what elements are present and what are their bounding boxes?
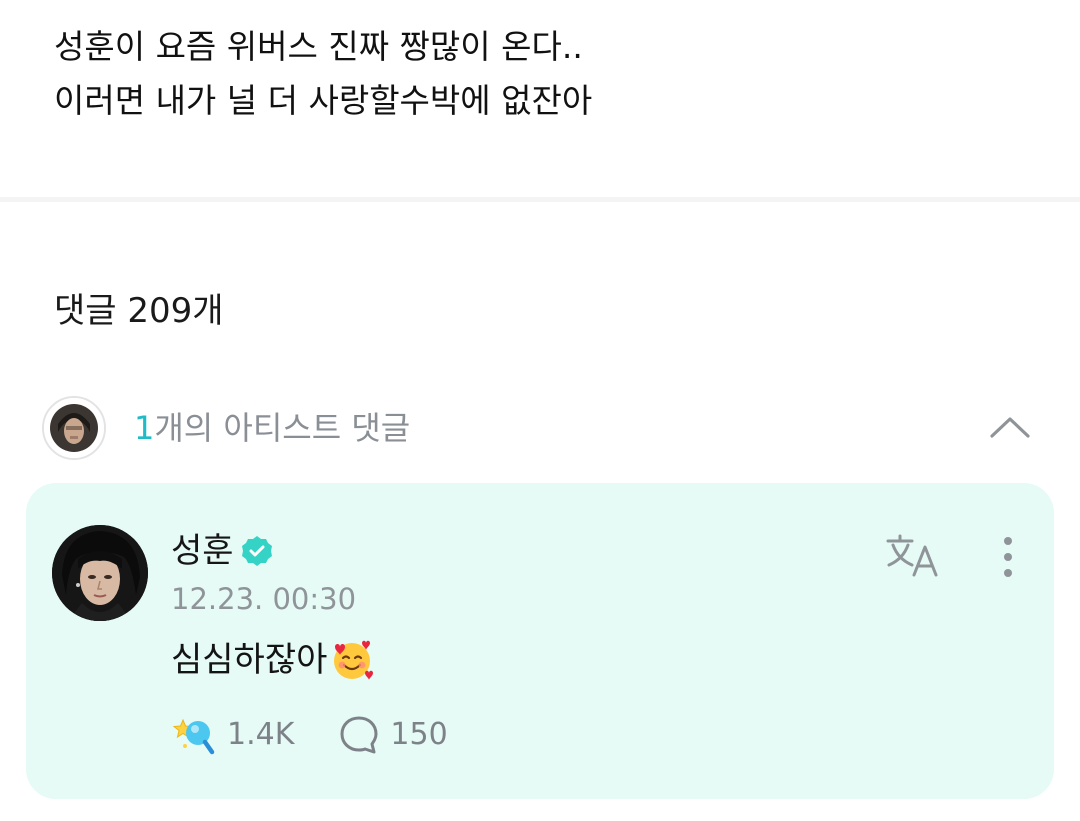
speech-bubble-icon [340, 716, 378, 754]
translate-button[interactable] [884, 531, 944, 581]
star-wand-icon [172, 718, 215, 755]
section-divider [0, 197, 1080, 202]
post-text-line-2: 이러면 내가 널 더 사랑할수박에 없잔아 [54, 81, 593, 120]
artist-comment-count: 1 [134, 409, 155, 447]
author-row: 성훈 [171, 527, 274, 575]
comments-count-header: 댓글 209개 [54, 291, 224, 331]
artist-comment-label: 개의 아티스트 댓글 [154, 409, 411, 447]
like-button[interactable]: 1.4K [171, 711, 294, 759]
more-vertical-icon [1004, 537, 1012, 577]
post-body: 성훈이 요즘 위버스 진짜 짱많이 온다.. 이러면 내가 널 더 사랑할수박에… [54, 20, 1014, 128]
collapse-button[interactable] [986, 404, 1034, 452]
verified-badge-icon [241, 536, 272, 566]
artist-comments-summary-text: 1개의 아티스트 댓글 [134, 405, 410, 451]
author-avatar[interactable] [52, 525, 148, 621]
post-text-line-1: 성훈이 요즘 위버스 진짜 짱많이 온다.. [54, 27, 583, 66]
comment-actions: 1.4K 150 [171, 711, 448, 759]
weverse-post-page: 성훈이 요즘 위버스 진짜 짱많이 온다.. 이러면 내가 널 더 사랑할수박에… [0, 0, 1080, 821]
comment-body: 심심하잖아 [171, 640, 328, 680]
artist-mini-avatar [42, 396, 106, 460]
translate-icon [886, 534, 938, 577]
comment-text: 심심하잖아 [171, 635, 375, 685]
artist-comments-summary[interactable]: 1개의 아티스트 댓글 [42, 396, 1038, 460]
chevron-up-icon [990, 417, 1030, 438]
more-options-button[interactable] [990, 535, 1026, 581]
reply-count: 150 [390, 717, 448, 752]
like-count: 1.4K [227, 717, 295, 752]
artist-comment-card: 성훈 12.23. 00:30 심심하잖아 1.4K 150 [26, 483, 1054, 799]
comment-timestamp: 12.23. 00:30 [171, 582, 357, 616]
reply-button[interactable]: 150 [338, 711, 448, 759]
smiling-face-with-hearts-icon [334, 640, 374, 680]
author-name[interactable]: 성훈 [171, 527, 234, 575]
